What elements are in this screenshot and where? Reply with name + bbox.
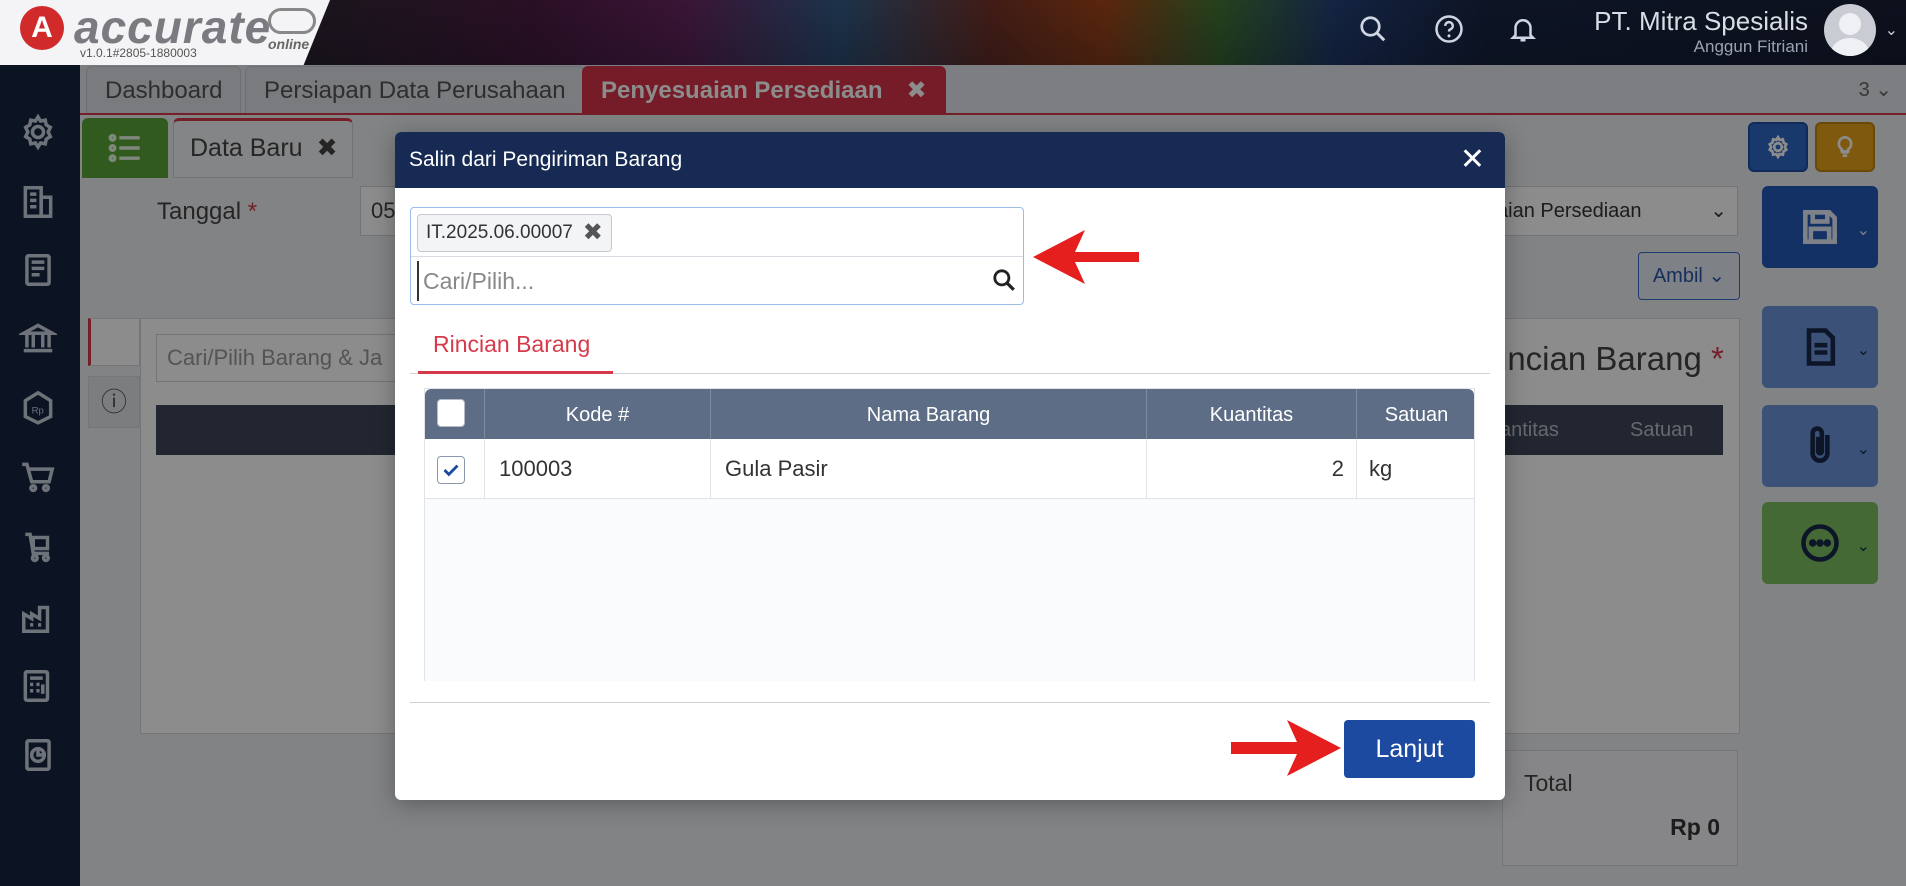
copy-from-delivery-dialog: Salin dari Pengiriman Barang ✕ IT.2025.0…: [395, 132, 1505, 800]
logo-icon: A: [20, 6, 64, 50]
cell-satuan: kg: [1369, 456, 1393, 481]
remove-chip-icon[interactable]: ✖: [583, 215, 603, 251]
search-row: [411, 256, 1023, 304]
avatar[interactable]: [1824, 4, 1876, 56]
help-icon[interactable]: [1434, 14, 1464, 51]
dialog-header: Salin dari Pengiriman Barang ✕: [395, 132, 1505, 188]
red-arrow-annotation: [1033, 230, 1139, 284]
company-info[interactable]: PT. Mitra Spesialis Anggun Fitriani: [1594, 6, 1808, 57]
cell-kuantitas: 2: [1147, 439, 1357, 499]
bell-icon[interactable]: [1508, 14, 1538, 51]
column-header-satuan: Satuan: [1384, 404, 1449, 426]
column-header-nama: Nama Barang: [711, 389, 1147, 439]
search-icon[interactable]: [1358, 14, 1388, 51]
checkmark-icon: [443, 464, 459, 477]
cloud-icon: [268, 8, 316, 34]
divider: [410, 702, 1490, 703]
lanjut-button[interactable]: Lanjut: [1344, 720, 1475, 778]
select-all-checkbox[interactable]: [437, 399, 465, 427]
red-arrow-annotation: [1231, 720, 1341, 776]
user-name: Anggun Fitriani: [1693, 37, 1808, 56]
search-icon[interactable]: [991, 267, 1017, 293]
chip-label: IT.2025.06.00007: [426, 222, 573, 243]
company-name: PT. Mitra Spesialis: [1594, 6, 1808, 36]
items-table: Kode # Nama Barang Kuantitas Satuan 1000…: [424, 388, 1475, 681]
close-icon[interactable]: ✕: [1460, 142, 1485, 177]
tab-rincian-barang[interactable]: Rincian Barang: [418, 322, 613, 374]
dialog-title: Salin dari Pengiriman Barang: [409, 148, 683, 171]
row-select-cell: [425, 439, 485, 499]
table-empty-area: [425, 499, 1474, 681]
version-label: v1.0.1#2805-1880003: [80, 46, 197, 60]
logo-subtext: online: [268, 36, 310, 52]
table-row[interactable]: 100003 Gula Pasir 2 kg: [425, 439, 1474, 499]
row-checkbox[interactable]: [437, 456, 465, 484]
column-header-kuantitas: Kuantitas: [1147, 389, 1357, 439]
delivery-picker[interactable]: IT.2025.06.00007 ✖: [410, 207, 1024, 305]
search-input[interactable]: [417, 261, 977, 301]
table-header: Kode # Nama Barang Kuantitas Satuan: [425, 389, 1474, 439]
cell-nama: Gula Pasir: [711, 439, 1147, 499]
cell-kode: 100003: [485, 439, 711, 499]
dialog-tabs: Rincian Barang: [410, 322, 1490, 374]
chevron-down-icon[interactable]: ⌄: [1885, 20, 1898, 40]
select-all-cell: [425, 389, 485, 439]
column-header-kode: Kode #: [485, 389, 711, 439]
selected-delivery-chip: IT.2025.06.00007 ✖: [417, 214, 612, 252]
